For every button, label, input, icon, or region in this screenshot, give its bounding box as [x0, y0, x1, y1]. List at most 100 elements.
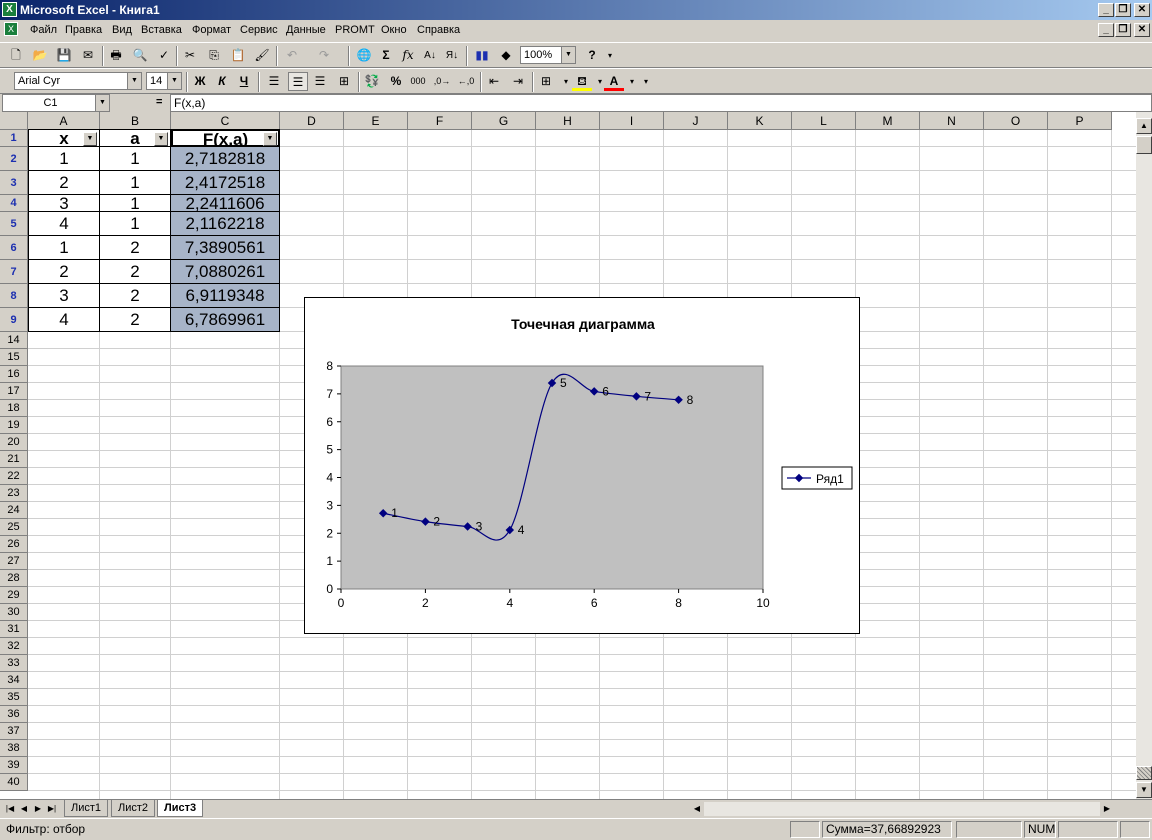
copy-icon[interactable]: ⎘ [204, 46, 224, 65]
row-header[interactable]: 17 [0, 383, 28, 400]
menu-file[interactable]: Файл [30, 24, 57, 36]
font-select[interactable]: Arial Cyr ▼ [14, 72, 142, 90]
merge-center-icon[interactable]: ⊞ [334, 72, 354, 91]
row-header[interactable]: 29 [0, 587, 28, 604]
sheet-tab-1[interactable]: Лист1 [64, 800, 109, 817]
split-box[interactable] [1136, 766, 1152, 780]
redo-icon[interactable]: ↷ [314, 46, 334, 65]
spelling-icon[interactable]: ✓ [154, 46, 174, 65]
row-header[interactable]: 15 [0, 349, 28, 366]
doc-close-button[interactable]: ✕ [1134, 23, 1150, 37]
column-header[interactable]: N [920, 112, 984, 130]
print-preview-icon[interactable]: 🔍 [130, 46, 150, 65]
column-header[interactable]: G [472, 112, 536, 130]
decrease-indent-icon[interactable]: ⇤ [484, 72, 504, 91]
column-header[interactable]: A [28, 112, 100, 130]
row-header[interactable]: 7 [0, 260, 28, 284]
table-cell[interactable]: 1 [100, 212, 171, 236]
row-header[interactable]: 35 [0, 689, 28, 706]
row-header[interactable]: 24 [0, 502, 28, 519]
menu-format[interactable]: Формат [192, 24, 231, 36]
scroll-down-icon[interactable]: ▼ [1136, 782, 1152, 798]
row-header[interactable]: 4 [0, 195, 28, 212]
row-header[interactable]: 30 [0, 604, 28, 621]
row-header[interactable]: 25 [0, 519, 28, 536]
bold-button[interactable]: Ж [190, 72, 210, 91]
table-cell[interactable]: 2 [100, 308, 171, 332]
font-color-icon[interactable]: A [604, 72, 624, 91]
chart-object[interactable]: Точечная диаграмма 0 1 2 3 4 5 6 7 8 0 2 4 6 8 10 1 2 3 4 5 6… [304, 297, 860, 634]
font-size-select[interactable]: 14 ▼ [146, 72, 182, 90]
row-header[interactable]: 34 [0, 672, 28, 689]
row-header[interactable]: 18 [0, 400, 28, 417]
column-header[interactable]: I [600, 112, 664, 130]
menu-window[interactable]: Окно [381, 24, 407, 36]
vertical-scrollbar[interactable]: ▲ ▼ [1136, 112, 1152, 799]
scroll-up-icon[interactable]: ▲ [1136, 118, 1152, 134]
menu-data[interactable]: Данные [286, 24, 326, 36]
table-cell[interactable]: 1 [28, 147, 100, 171]
sort-descending-icon[interactable]: Я↓ [442, 46, 462, 65]
chart-wizard-icon[interactable]: ▮▮ [472, 46, 492, 65]
scroll-thumb[interactable] [1136, 136, 1152, 154]
row-header[interactable]: 23 [0, 485, 28, 502]
toolbar-options-icon[interactable]: ▾ [600, 46, 620, 65]
underline-button[interactable]: Ч [234, 72, 254, 91]
percent-button[interactable]: % [386, 72, 406, 91]
row-header[interactable]: 16 [0, 366, 28, 383]
table-cell[interactable]: 4 [28, 308, 100, 332]
row-header[interactable]: 38 [0, 740, 28, 757]
row-header[interactable]: 19 [0, 417, 28, 434]
column-header[interactable]: B [100, 112, 171, 130]
align-left-icon[interactable]: ☰ [264, 72, 284, 91]
row-header[interactable]: 26 [0, 536, 28, 553]
row-header[interactable]: 31 [0, 621, 28, 638]
table-cell[interactable]: 1 [28, 236, 100, 260]
last-sheet-icon[interactable]: ▶| [46, 802, 58, 816]
row-header[interactable]: 32 [0, 638, 28, 655]
table-cell[interactable]: 1 [100, 171, 171, 195]
cut-icon[interactable]: ✂ [180, 46, 200, 65]
column-header[interactable]: H [536, 112, 600, 130]
menu-edit[interactable]: Правка [65, 24, 102, 36]
row-header[interactable]: 27 [0, 553, 28, 570]
row-header[interactable]: 3 [0, 171, 28, 195]
name-box[interactable]: C1 ▼ [2, 94, 110, 112]
chevron-down-icon[interactable]: ▼ [561, 47, 575, 63]
row-header[interactable]: 8 [0, 284, 28, 308]
row-header[interactable]: 40 [0, 774, 28, 791]
restore-button[interactable]: ❐ [1115, 3, 1131, 17]
table-cell[interactable]: 7,0880261 [171, 260, 280, 284]
doc-restore-button[interactable]: ❐ [1115, 23, 1131, 37]
doc-minimize-button[interactable]: _ [1098, 23, 1114, 37]
table-cell[interactable]: 6,7869961 [171, 308, 280, 332]
column-header[interactable]: J [664, 112, 728, 130]
increase-indent-icon[interactable]: ⇥ [508, 72, 528, 91]
row-header[interactable]: 36 [0, 706, 28, 723]
decrease-decimal-icon[interactable]: ←,0 [456, 72, 476, 91]
align-right-icon[interactable]: ☰ [310, 72, 330, 91]
borders-icon[interactable]: ⊞ [536, 72, 556, 91]
row-header[interactable]: 21 [0, 451, 28, 468]
row-header[interactable]: 2 [0, 147, 28, 171]
sort-ascending-icon[interactable]: A↓ [420, 46, 440, 65]
table-cell[interactable]: 3 [28, 195, 100, 212]
autofilter-dropdown-icon[interactable]: ▼ [263, 132, 277, 146]
column-header[interactable]: D [280, 112, 344, 130]
drawing-icon[interactable]: ◆ [496, 46, 516, 65]
row-header[interactable]: 22 [0, 468, 28, 485]
table-cell[interactable]: 2,4172518 [171, 171, 280, 195]
column-header[interactable]: P [1048, 112, 1112, 130]
column-header[interactable]: F [408, 112, 472, 130]
column-header[interactable]: O [984, 112, 1048, 130]
row-header[interactable]: 5 [0, 212, 28, 236]
scroll-right-icon[interactable]: ▶ [1100, 802, 1114, 816]
table-cell[interactable]: 1 [100, 147, 171, 171]
column-header[interactable]: K [728, 112, 792, 130]
first-sheet-icon[interactable]: |◀ [4, 802, 16, 816]
table-cell[interactable]: 2,2411606 [171, 195, 280, 212]
chevron-down-icon[interactable]: ▼ [95, 95, 109, 111]
row-header[interactable]: 6 [0, 236, 28, 260]
print-icon[interactable]: 🖶 [106, 46, 126, 65]
menu-insert[interactable]: Вставка [141, 24, 182, 36]
